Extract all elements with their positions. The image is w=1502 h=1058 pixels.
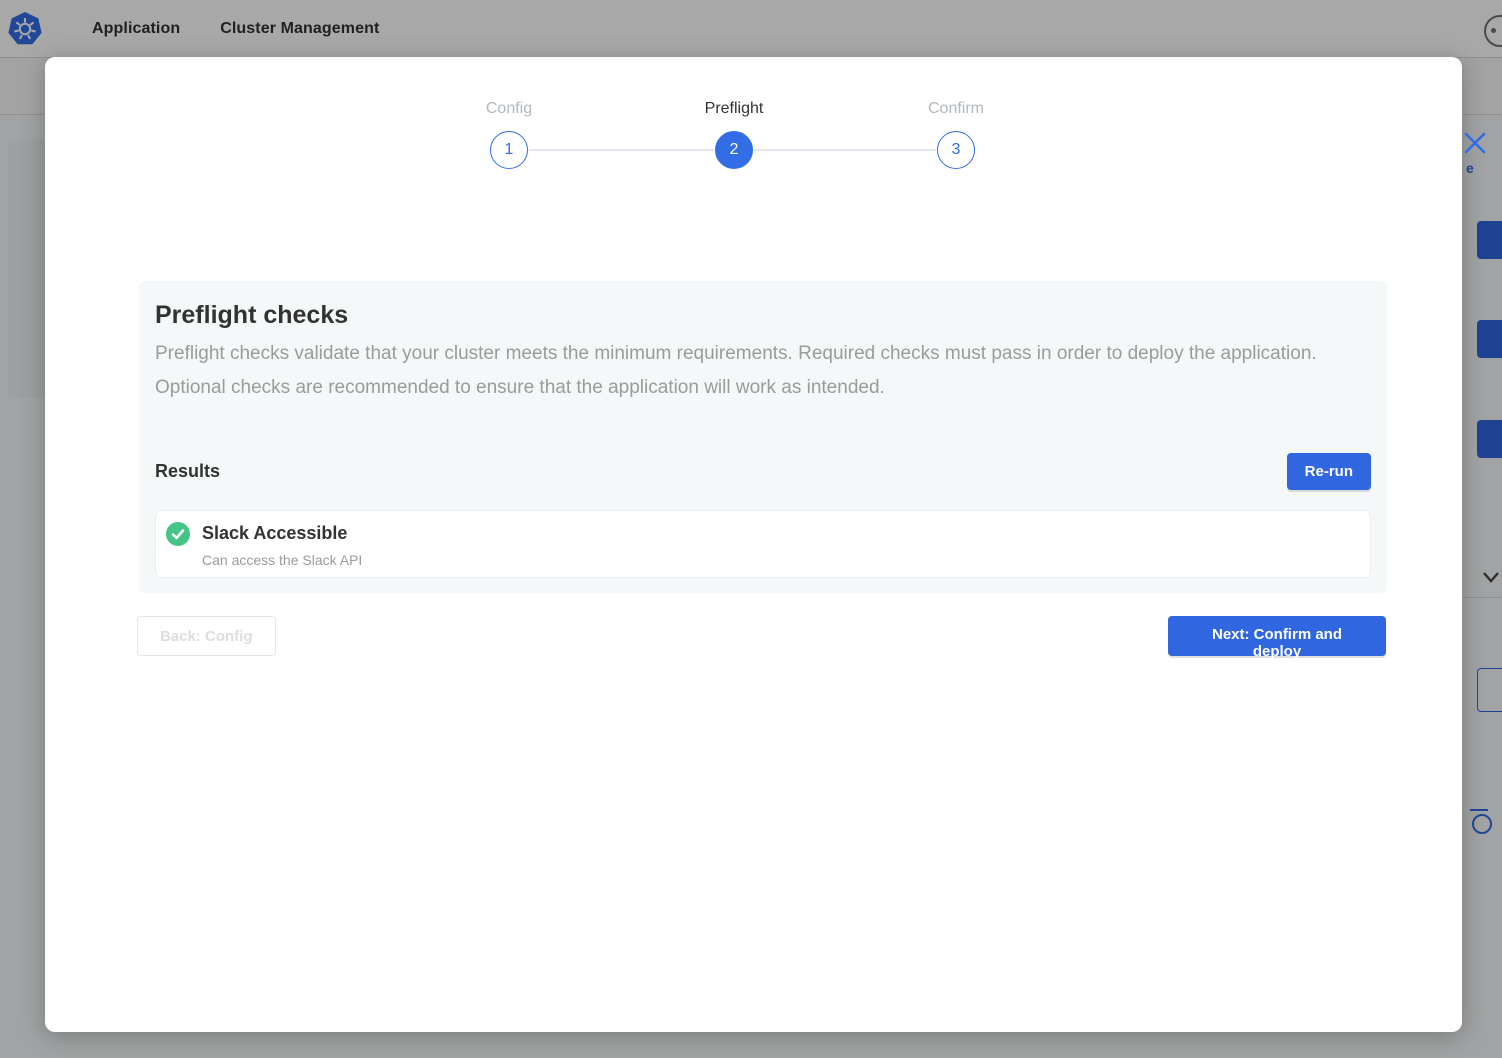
next-deploy-button[interactable]: Next: Confirm and deploy	[1168, 616, 1386, 656]
results-label: Results	[155, 461, 220, 482]
panel-description: Preflight checks validate that your clus…	[155, 337, 1335, 405]
step-label-confirm: Confirm	[928, 100, 984, 118]
preflight-modal: Config Preflight Confirm 1 2 3 Preflight…	[45, 57, 1462, 1032]
step-label-config: Config	[486, 100, 532, 118]
back-button[interactable]: Back: Config	[137, 616, 276, 656]
result-title: Slack Accessible	[202, 521, 362, 545]
panel-title: Preflight checks	[155, 299, 1371, 331]
result-message: Can access the Slack API	[202, 552, 362, 568]
step-connector	[754, 149, 936, 151]
step-connector	[529, 149, 714, 151]
check-circle-icon	[166, 522, 190, 546]
step-circle-preflight[interactable]: 2	[715, 131, 753, 169]
step-circle-confirm[interactable]: 3	[937, 131, 975, 169]
step-circle-config[interactable]: 1	[490, 131, 528, 169]
rerun-button[interactable]: Re-run	[1287, 453, 1371, 490]
close-icon[interactable]	[1463, 131, 1487, 155]
step-label-preflight: Preflight	[705, 100, 764, 118]
preflight-result-row: Slack Accessible Can access the Slack AP…	[155, 510, 1371, 578]
preflight-panel: Preflight checks Preflight checks valida…	[139, 281, 1387, 593]
